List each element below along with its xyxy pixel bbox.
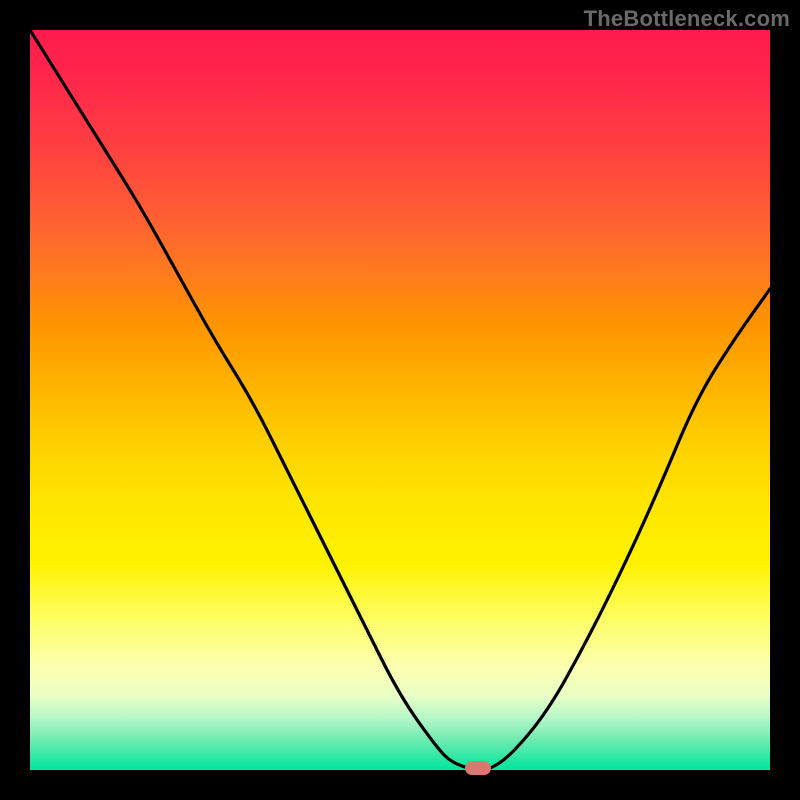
minimum-marker (465, 761, 491, 775)
chart-container: TheBottleneck.com (0, 0, 800, 800)
plot-area (30, 30, 770, 770)
watermark-text: TheBottleneck.com (584, 6, 790, 32)
bottleneck-curve (30, 30, 770, 770)
